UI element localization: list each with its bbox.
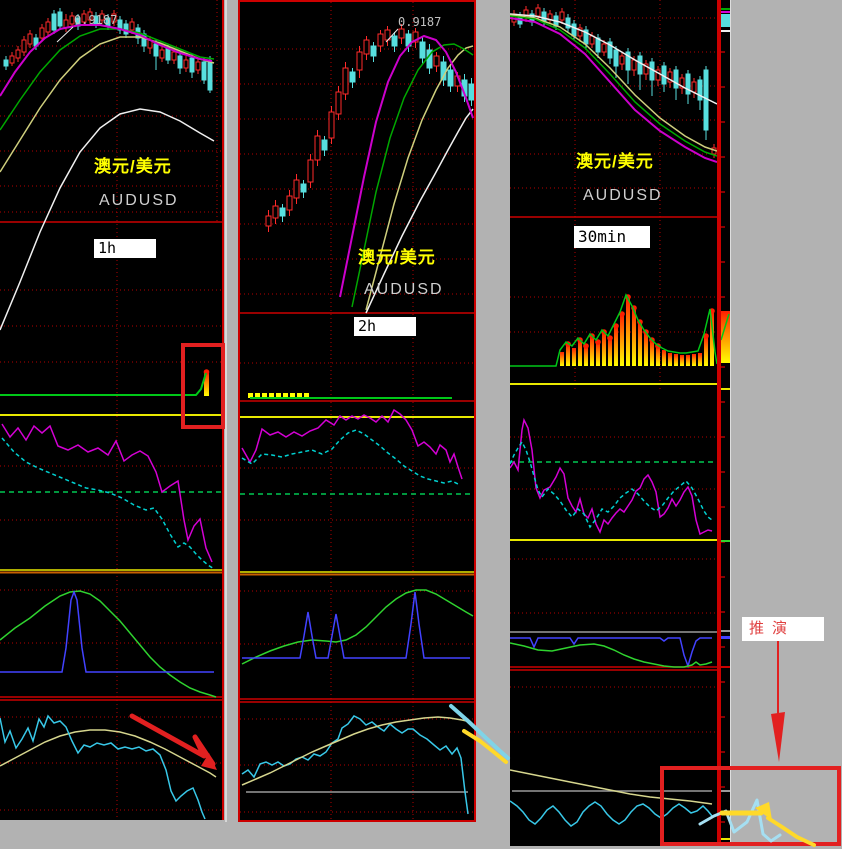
symbol-name-cn: 澳元/美元 bbox=[358, 248, 436, 267]
symbol-code: AUDUSD bbox=[583, 187, 663, 204]
symbol-name-cn: 澳元/美元 bbox=[94, 157, 172, 176]
chart-panel-2h[interactable]: 澳元/美元 AUDUSD 2h 0.9187 bbox=[238, 0, 476, 822]
timeframe-label: 2h bbox=[354, 317, 416, 336]
timeframe-label: 1h bbox=[94, 239, 156, 258]
window-edge-highlight bbox=[225, 0, 227, 822]
timeframe-label: 30min bbox=[574, 226, 650, 248]
deduction-label: 推演 bbox=[742, 617, 824, 641]
chart-panel-partial[interactable] bbox=[719, 0, 731, 843]
symbol-name-cn: 澳元/美元 bbox=[576, 152, 654, 171]
price-tag: 0.9187 bbox=[74, 13, 118, 27]
chart-canvas-1h bbox=[0, 0, 222, 820]
chart-canvas-30min bbox=[510, 0, 717, 827]
symbol-code: AUDUSD bbox=[99, 192, 179, 209]
trading-workspace: 澳元/美元 AUDUSD 1h 0.9187 澳元/美元 AUDUSD 2h 0… bbox=[0, 0, 842, 849]
chart-canvas-partial bbox=[721, 8, 730, 840]
symbol-code: AUDUSD bbox=[364, 281, 444, 298]
chart-canvas-2h bbox=[240, 2, 474, 820]
chart-panel-30min[interactable]: 澳元/美元 AUDUSD 30min bbox=[510, 0, 719, 846]
price-tag: 0.9187 bbox=[398, 15, 442, 29]
chart-panel-1h[interactable]: 澳元/美元 AUDUSD 1h 0.9187 bbox=[0, 0, 224, 820]
